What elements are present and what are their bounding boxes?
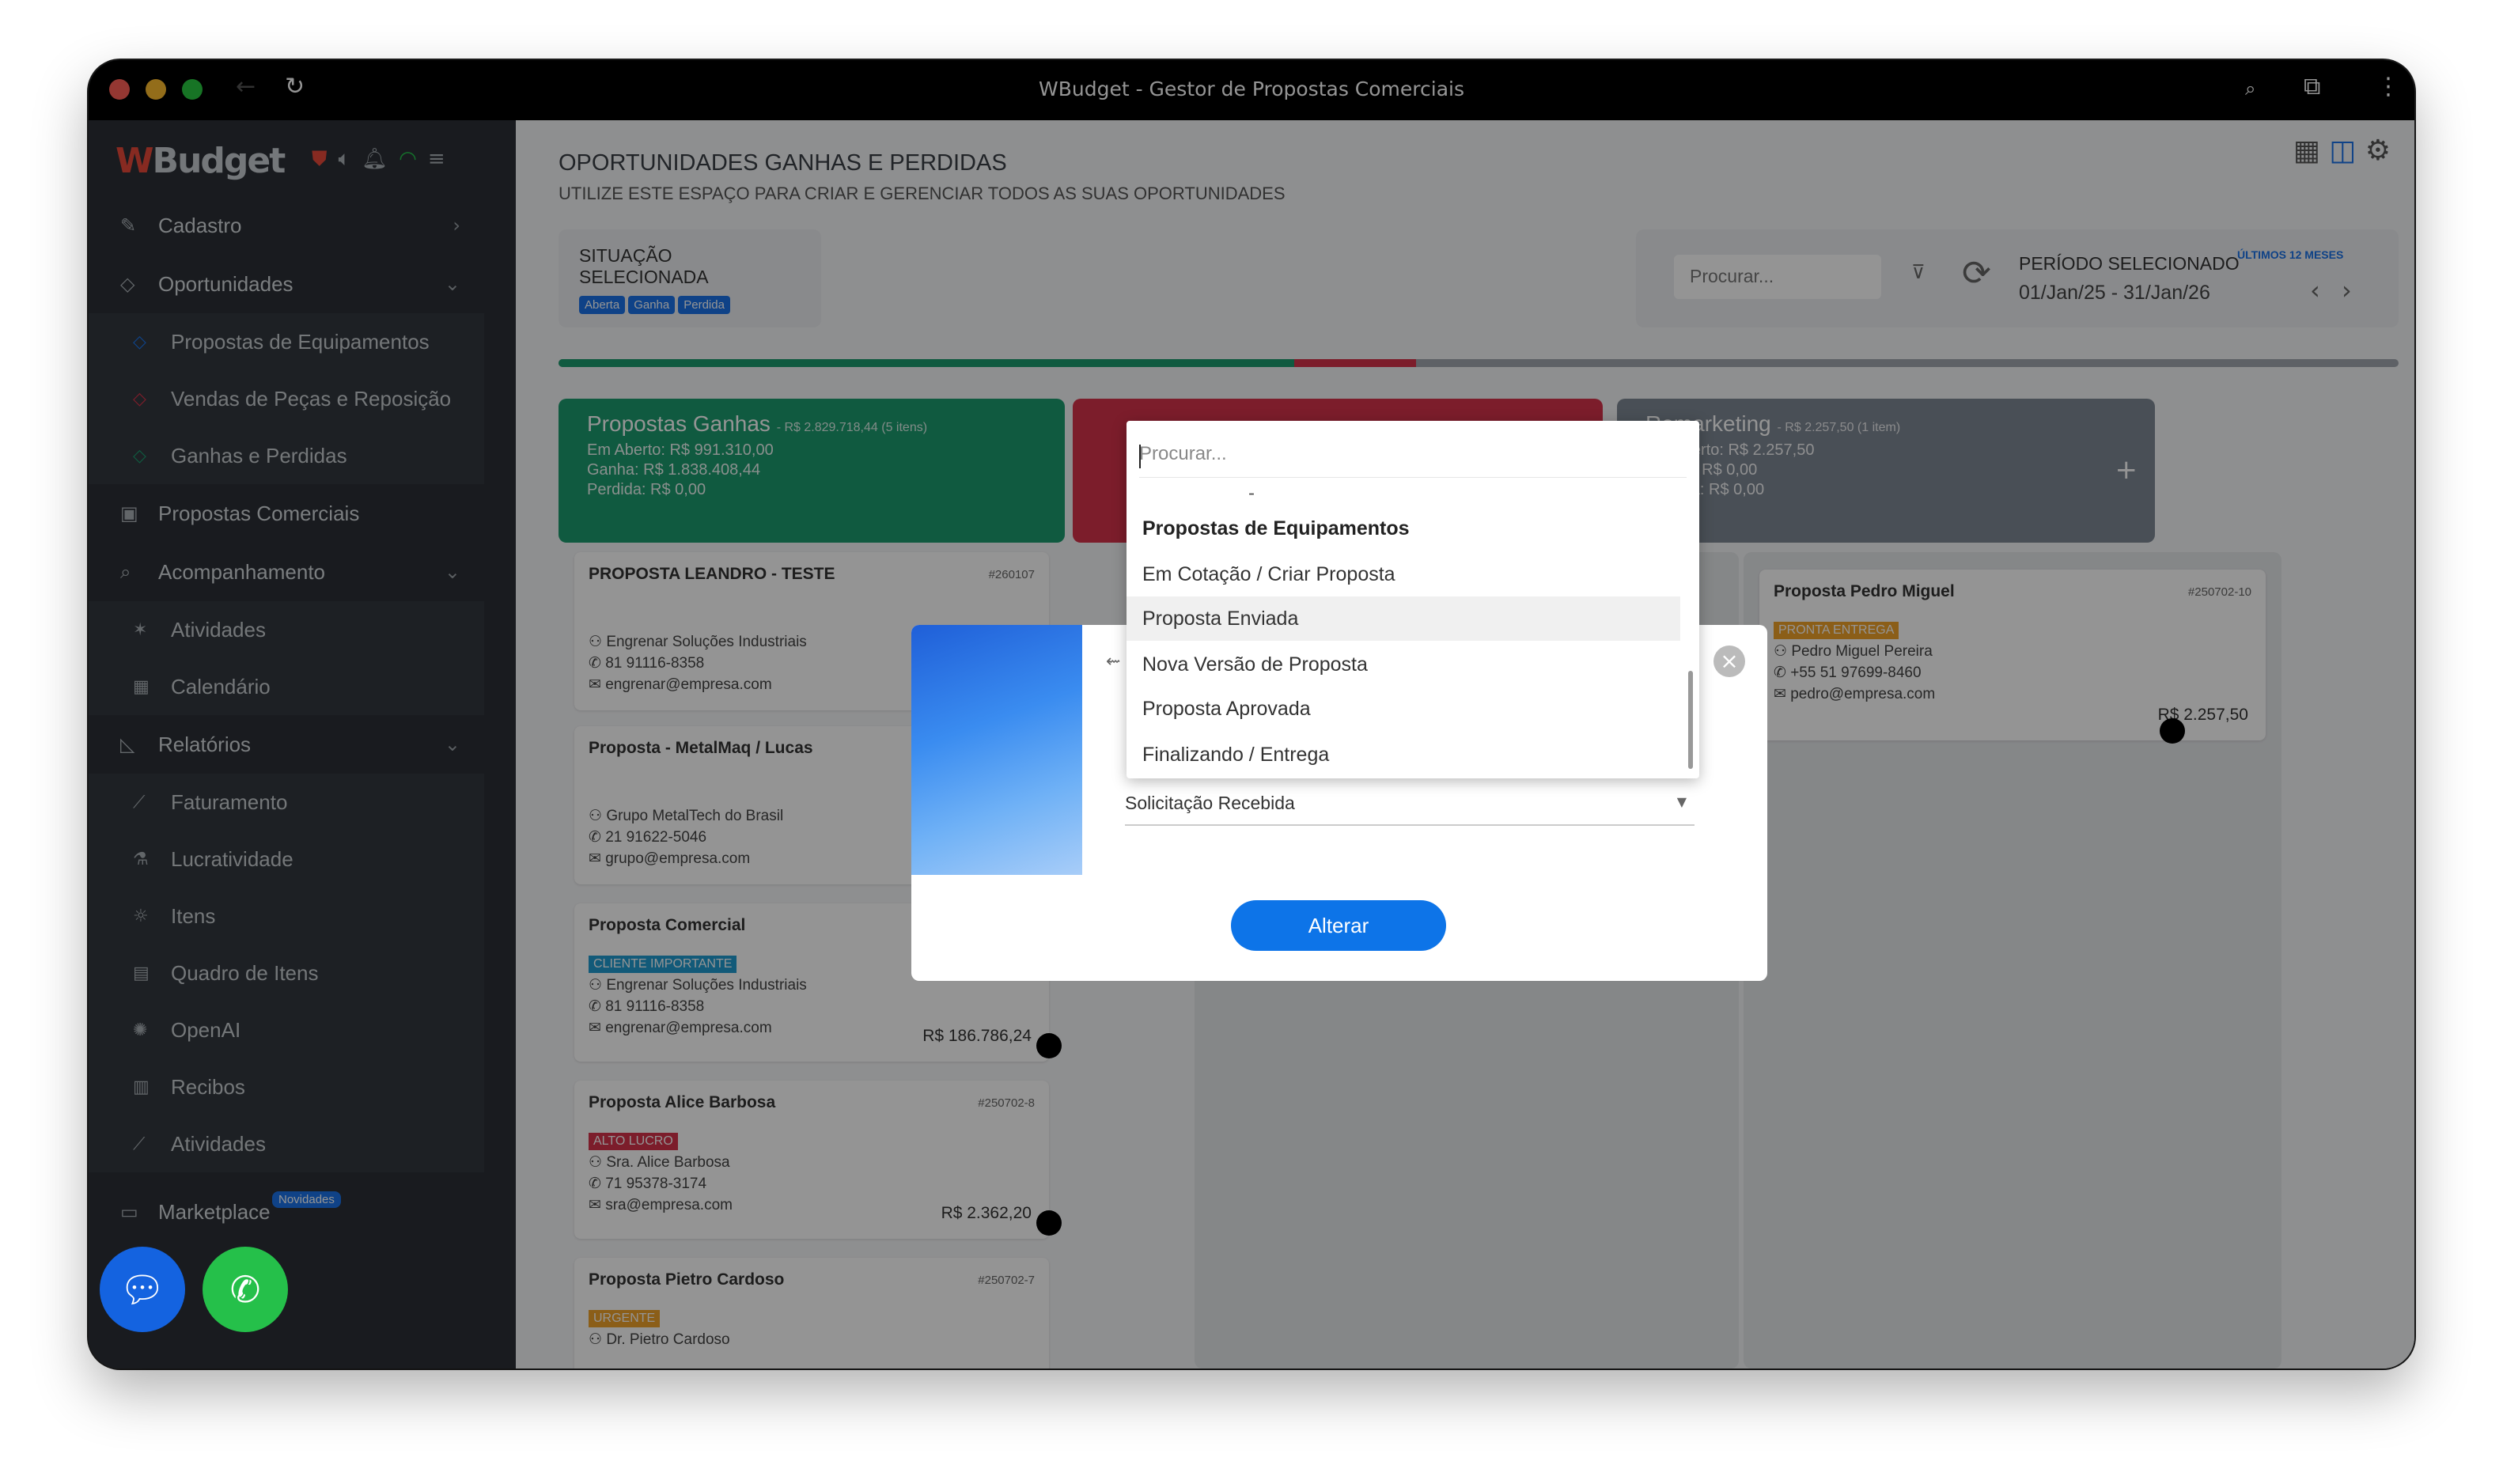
chat-button[interactable]: 💬︎ — [100, 1247, 185, 1332]
status-dropdown: Procurar... - Propostas de Equipamentos … — [1127, 421, 1699, 778]
whatsapp-button[interactable]: ✆ — [203, 1247, 288, 1332]
dropdown-search-input[interactable]: Procurar... — [1139, 433, 1687, 478]
caret-down-icon: ▼ — [1676, 794, 1687, 809]
drag-handle[interactable] — [1036, 1210, 1062, 1236]
dropdown-option[interactable]: Finalizando / Entrega — [1127, 733, 1680, 777]
drag-handle[interactable] — [2160, 718, 2185, 744]
dropdown-option-highlighted[interactable]: Proposta Enviada — [1127, 596, 1680, 641]
chat-bubble-icon: 💬︎ — [119, 1268, 166, 1311]
dropdown-group-label: Propostas de Equipamentos — [1142, 517, 1410, 539]
back-arrow-icon[interactable]: ⇜ — [1106, 652, 1120, 672]
status-select[interactable]: Solicitação Recebida ▼ — [1125, 783, 1695, 826]
app-window: ← ↻ WBudget - Gestor de Propostas Comerc… — [89, 60, 2414, 1369]
whatsapp-icon: ✆ — [229, 1268, 261, 1311]
modal-decorative-image — [911, 625, 1082, 875]
dropdown-option[interactable]: Nova Versão de Proposta — [1127, 642, 1680, 687]
drag-handle[interactable] — [1036, 1033, 1062, 1058]
status-select-value: Solicitação Recebida — [1125, 793, 1295, 813]
dropdown-option[interactable]: Em Cotação / Criar Proposta — [1127, 552, 1680, 596]
dropdown-empty-option[interactable]: - — [1248, 483, 1255, 505]
dropdown-scrollbar[interactable] — [1688, 671, 1693, 769]
close-icon[interactable]: × — [1713, 645, 1745, 677]
alterar-button[interactable]: Alterar — [1231, 900, 1446, 951]
dropdown-option[interactable]: Proposta Aprovada — [1127, 687, 1680, 731]
